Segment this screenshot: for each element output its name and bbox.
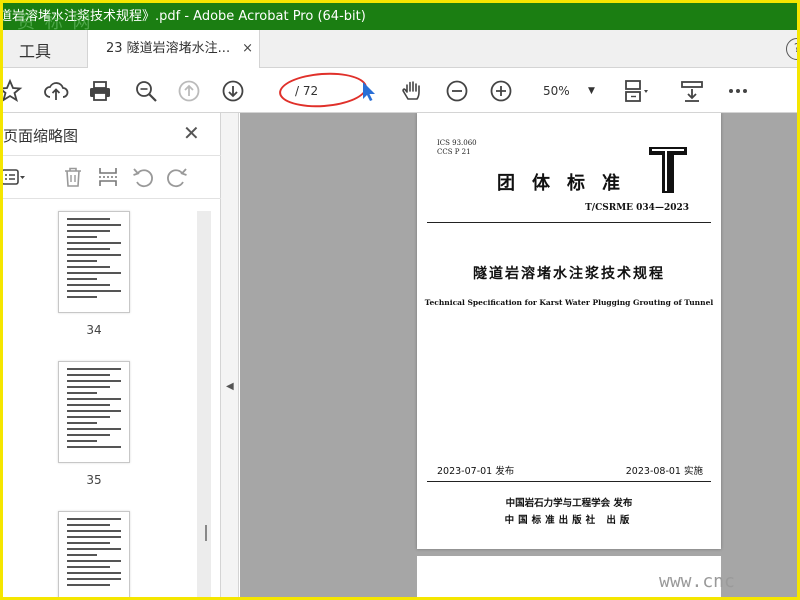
- tab-tools[interactable]: 工具: [19, 38, 51, 62]
- zoom-out-icon[interactable]: [444, 78, 470, 104]
- publisher-press: 中国标准出版社 出版: [504, 515, 634, 526]
- insert-page-icon[interactable]: [97, 165, 121, 189]
- zoom-search-icon[interactable]: [133, 78, 159, 104]
- chevron-down-icon: ▼: [588, 86, 595, 96]
- standard-type-heading: 团体标准: [497, 173, 637, 194]
- ics-ccs-codes: ICS 93.060 CCS P 21: [437, 139, 477, 157]
- title-chinese: 隧道岩溶堵水注浆技术规程: [473, 266, 665, 282]
- fit-page-icon[interactable]: [623, 78, 649, 104]
- page-thumbnail[interactable]: [58, 211, 130, 313]
- page-thumbnail[interactable]: [58, 511, 130, 597]
- thumbnail-scrollbar[interactable]: [197, 211, 211, 597]
- rotate-left-icon[interactable]: [131, 165, 155, 189]
- publisher-society: 中国岩石力学与工程学会 发布: [505, 498, 633, 509]
- title-english: Technical Specification for Karst Water …: [424, 298, 714, 307]
- tab-document-label: 23 隧道岩溶堵水注...: [106, 41, 231, 56]
- more-icon[interactable]: [725, 78, 751, 104]
- ics-code: ICS 93.060: [437, 139, 477, 147]
- collapse-arrow-icon[interactable]: ◀: [226, 381, 234, 392]
- tab-document[interactable]: 23 隧道岩溶堵水注... ×: [87, 30, 260, 68]
- zoom-in-icon[interactable]: [488, 78, 514, 104]
- tab-bar: 工具 23 隧道岩溶堵水注... × ?: [3, 30, 797, 68]
- document-viewport[interactable]: ICS 93.060 CCS P 21 团体标准 T/CSRME 034—202…: [240, 113, 797, 597]
- cloud-upload-icon[interactable]: [43, 78, 69, 104]
- title-bar: 道岩溶堵水注浆技术规程》.pdf - Adobe Acrobat Pro (64…: [3, 3, 797, 30]
- watermark-bottom: www.cnc: [659, 571, 735, 592]
- panel-collapse-bar[interactable]: [221, 113, 239, 597]
- app-window: 道岩溶堵水注浆技术规程》.pdf - Adobe Acrobat Pro (64…: [3, 3, 797, 597]
- star-icon[interactable]: [3, 78, 23, 104]
- release-date: 2023-07-01 发布: [437, 466, 515, 477]
- close-panel-icon[interactable]: ✕: [183, 121, 200, 145]
- rotate-right-icon[interactable]: [165, 165, 189, 189]
- page-down-icon[interactable]: [220, 78, 246, 104]
- thumbnail-panel: 页面缩略图 ✕ 34 35: [3, 113, 221, 597]
- close-icon[interactable]: ×: [242, 30, 253, 68]
- trash-icon[interactable]: [61, 165, 85, 189]
- thumbnail-toolbar: [3, 155, 221, 199]
- thumbnail-page-number: 35: [86, 473, 102, 487]
- panel-title: 页面缩略图: [3, 127, 79, 145]
- help-icon[interactable]: ?: [786, 38, 797, 60]
- zoom-dropdown[interactable]: 50% ▼: [530, 81, 602, 101]
- thumbnail-page-number: 34: [86, 323, 102, 337]
- page-up-icon[interactable]: [176, 78, 202, 104]
- page-thumbnail[interactable]: [58, 361, 130, 463]
- panel-resize-grip[interactable]: [205, 525, 207, 541]
- effective-date: 2023-08-01 实施: [625, 466, 703, 477]
- print-icon[interactable]: [87, 78, 113, 104]
- hand-icon[interactable]: [399, 78, 425, 104]
- select-pointer-icon[interactable]: [355, 78, 381, 104]
- ccs-code: CCS P 21: [437, 148, 471, 156]
- scroll-mode-icon[interactable]: [679, 78, 705, 104]
- zoom-value: 50%: [543, 84, 570, 98]
- standard-logo-t: [649, 147, 687, 193]
- main-toolbar: / 72 50% ▼: [3, 68, 797, 113]
- standard-code: T/CSRME 034—2023: [585, 203, 689, 213]
- pdf-page: ICS 93.060 CCS P 21 团体标准 T/CSRME 034—202…: [417, 113, 721, 549]
- options-menu-icon[interactable]: [3, 165, 25, 189]
- divider: [427, 481, 711, 482]
- divider: [427, 222, 711, 223]
